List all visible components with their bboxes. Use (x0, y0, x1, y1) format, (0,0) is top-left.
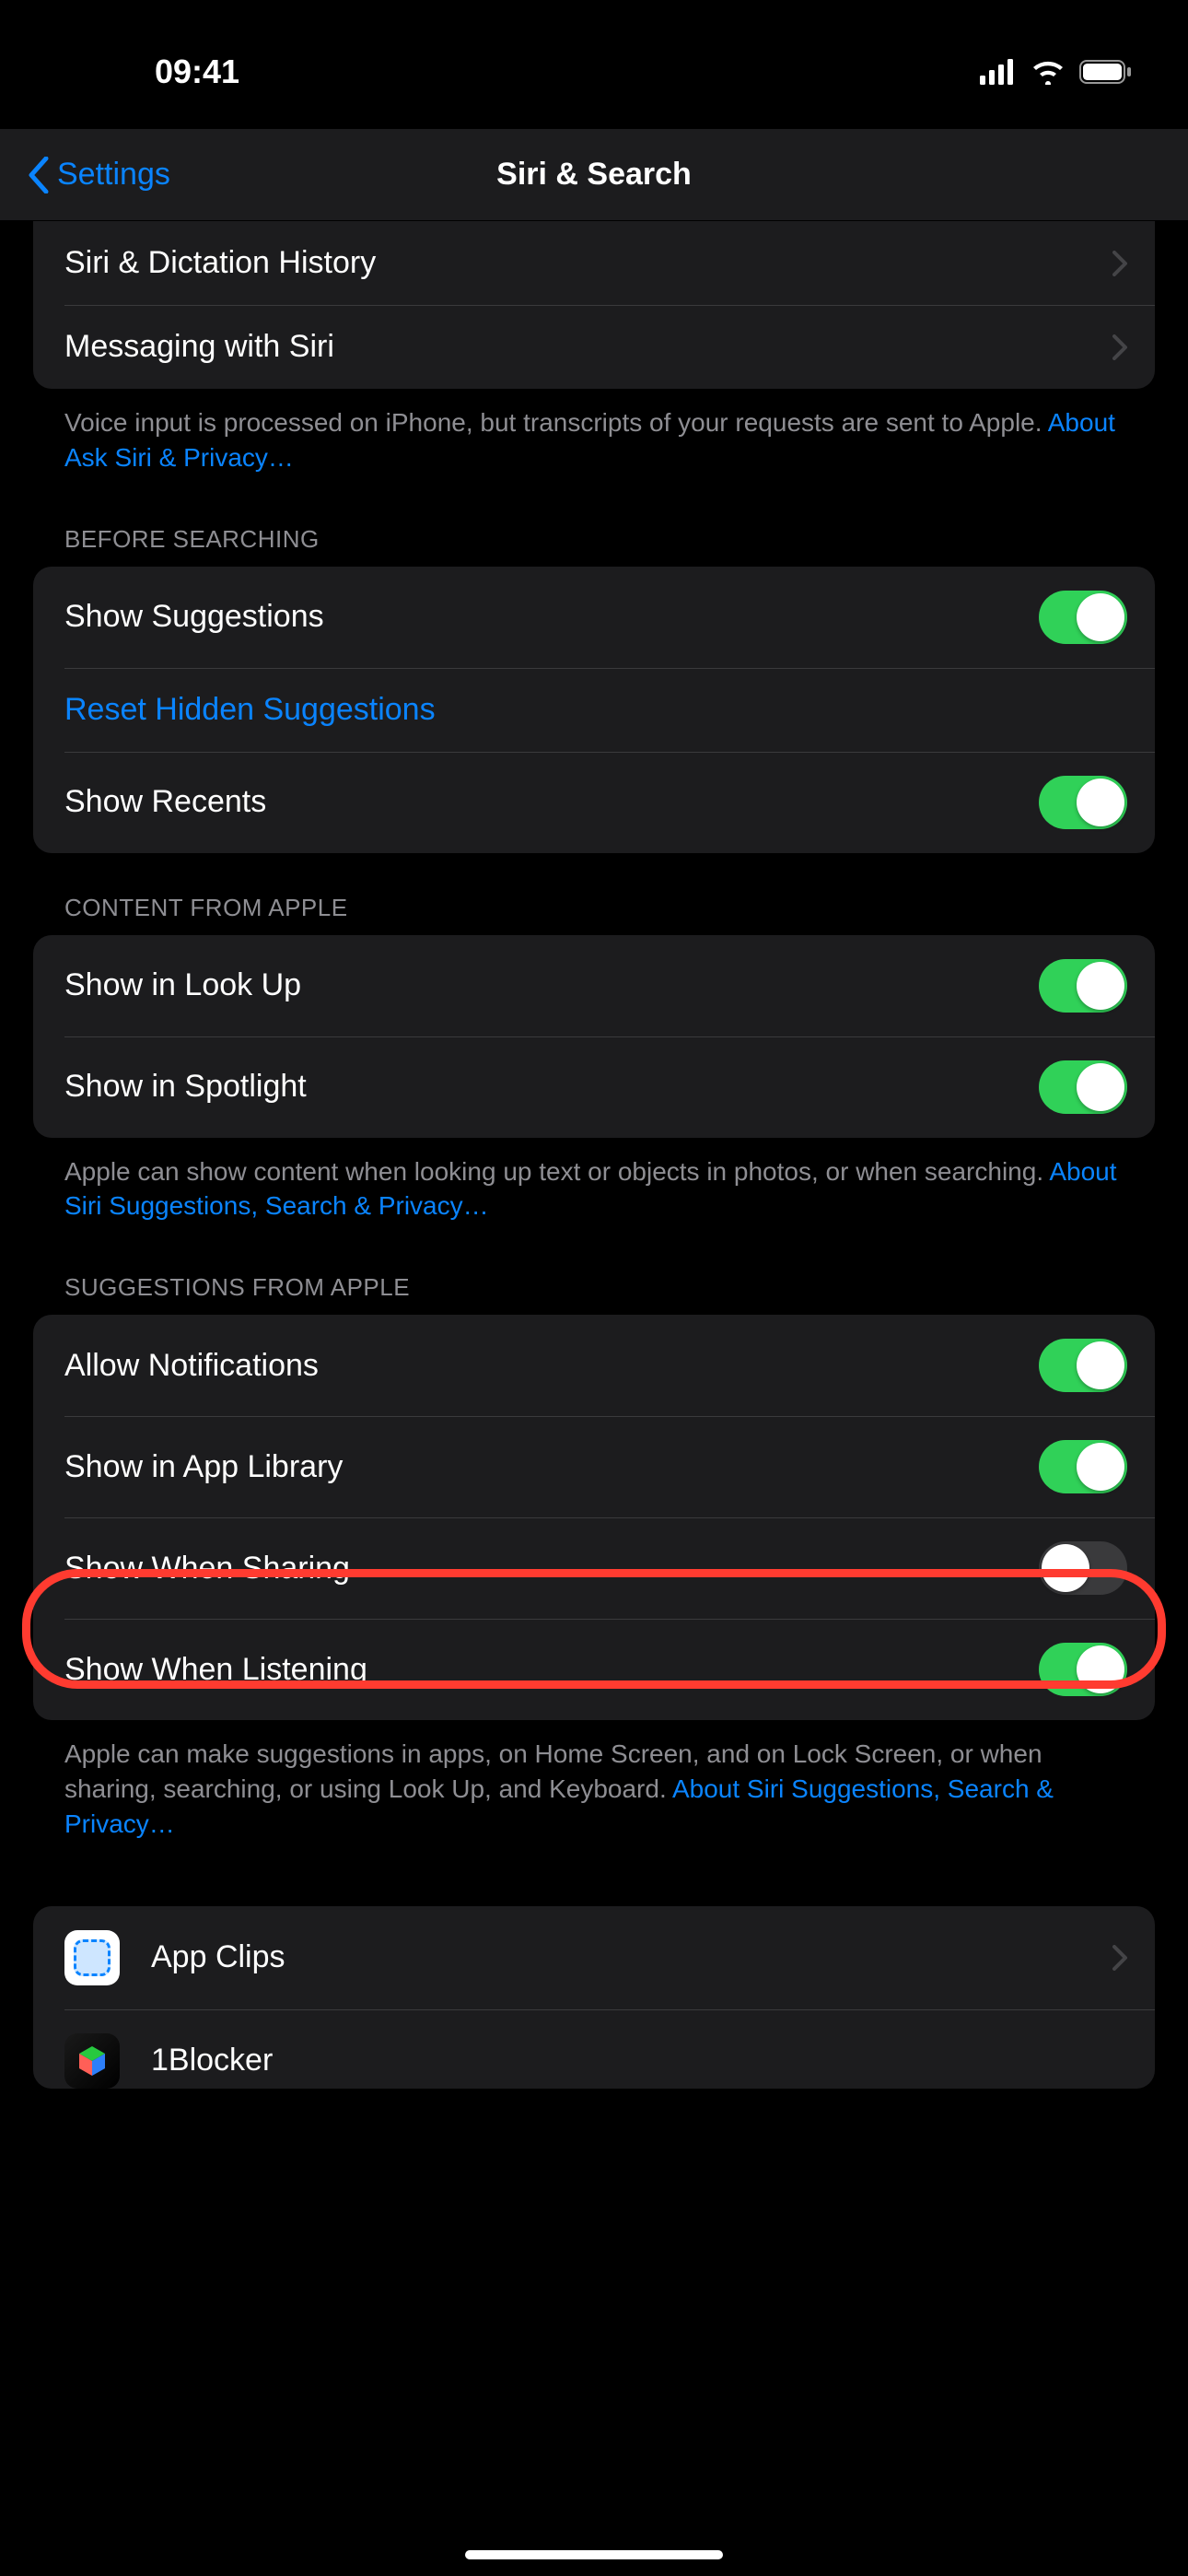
toggle-show-in-spotlight[interactable] (1039, 1060, 1127, 1114)
row-label: Show When Listening (64, 1652, 367, 1688)
row-show-suggestions[interactable]: Show Suggestions (33, 567, 1155, 668)
row-siri-dictation-history[interactable]: Siri & Dictation History (33, 221, 1155, 305)
group-content-from-apple: Show in Look Up Show in Spotlight (33, 935, 1155, 1138)
toggle-allow-notifications[interactable] (1039, 1339, 1127, 1392)
group-before-searching: Show Suggestions Reset Hidden Suggestion… (33, 567, 1155, 853)
status-icons-group (980, 59, 1133, 85)
content-from-apple-footer: Apple can show content when looking up t… (0, 1138, 1188, 1234)
wifi-icon (1030, 59, 1066, 85)
row-label: Show in Spotlight (64, 1069, 307, 1105)
toggle-show-suggestions[interactable] (1039, 591, 1127, 644)
status-bar: 09:41 (0, 0, 1188, 129)
row-show-in-app-library[interactable]: Show in App Library (33, 1416, 1155, 1517)
row-label: Show Recents (64, 784, 266, 820)
row-messaging-with-siri[interactable]: Messaging with Siri (33, 305, 1155, 389)
row-show-recents[interactable]: Show Recents (33, 752, 1155, 853)
battery-icon (1079, 59, 1133, 85)
toggle-show-in-app-library[interactable] (1039, 1440, 1127, 1493)
row-label: App Clips (151, 1939, 285, 1975)
group-suggestions-from-apple: Allow Notifications Show in App Library … (33, 1315, 1155, 1720)
row-label: Show When Sharing (64, 1551, 350, 1587)
chevron-right-icon (1112, 334, 1127, 360)
cellular-icon (980, 59, 1017, 85)
group-ask-siri: Siri & Dictation History Messaging with … (33, 221, 1155, 389)
row-show-in-spotlight[interactable]: Show in Spotlight (33, 1036, 1155, 1138)
toggle-show-in-look-up[interactable] (1039, 959, 1127, 1013)
section-header-before-searching: Before Searching (0, 485, 1188, 567)
back-label: Settings (57, 157, 170, 193)
page-title: Siri & Search (0, 157, 1188, 193)
row-reset-hidden-suggestions[interactable]: Reset Hidden Suggestions (33, 668, 1155, 752)
row-show-when-sharing[interactable]: Show When Sharing (33, 1517, 1155, 1619)
section-header-content-from-apple: Content From Apple (0, 853, 1188, 935)
group-app-list: App Clips 1Blocker (33, 1906, 1155, 2089)
row-label: Show Suggestions (64, 599, 324, 635)
footer-text: Apple can show content when looking up t… (64, 1157, 1049, 1186)
home-indicator[interactable] (465, 2550, 723, 2559)
row-label: Messaging with Siri (64, 329, 334, 365)
row-app-clips[interactable]: App Clips (33, 1906, 1155, 2009)
row-show-when-listening[interactable]: Show When Listening (33, 1619, 1155, 1720)
row-label: Show in Look Up (64, 967, 301, 1003)
chevron-left-icon (28, 157, 50, 193)
toggle-show-recents[interactable] (1039, 776, 1127, 829)
row-label: Siri & Dictation History (64, 245, 376, 281)
app-clips-icon (64, 1930, 120, 1985)
toggle-show-when-sharing[interactable] (1039, 1541, 1127, 1595)
ask-siri-footer: Voice input is processed on iPhone, but … (0, 389, 1188, 485)
row-label: Reset Hidden Suggestions (64, 692, 436, 728)
section-header-suggestions-from-apple: Suggestions From Apple (0, 1233, 1188, 1315)
chevron-right-icon (1112, 251, 1127, 276)
footer-text: Voice input is processed on iPhone, but … (64, 408, 1048, 437)
chevron-right-icon (1112, 1945, 1127, 1971)
1blocker-icon (64, 2033, 120, 2089)
row-allow-notifications[interactable]: Allow Notifications (33, 1315, 1155, 1416)
row-show-in-look-up[interactable]: Show in Look Up (33, 935, 1155, 1036)
row-label: 1Blocker (151, 2043, 273, 2078)
toggle-show-when-listening[interactable] (1039, 1643, 1127, 1696)
row-label: Allow Notifications (64, 1348, 319, 1384)
row-1blocker[interactable]: 1Blocker (33, 2009, 1155, 2089)
row-label: Show in App Library (64, 1449, 343, 1485)
nav-bar: Settings Siri & Search (0, 129, 1188, 221)
suggestions-from-apple-footer: Apple can make suggestions in apps, on H… (0, 1720, 1188, 1850)
back-button[interactable]: Settings (28, 157, 170, 193)
status-time: 09:41 (55, 53, 239, 91)
